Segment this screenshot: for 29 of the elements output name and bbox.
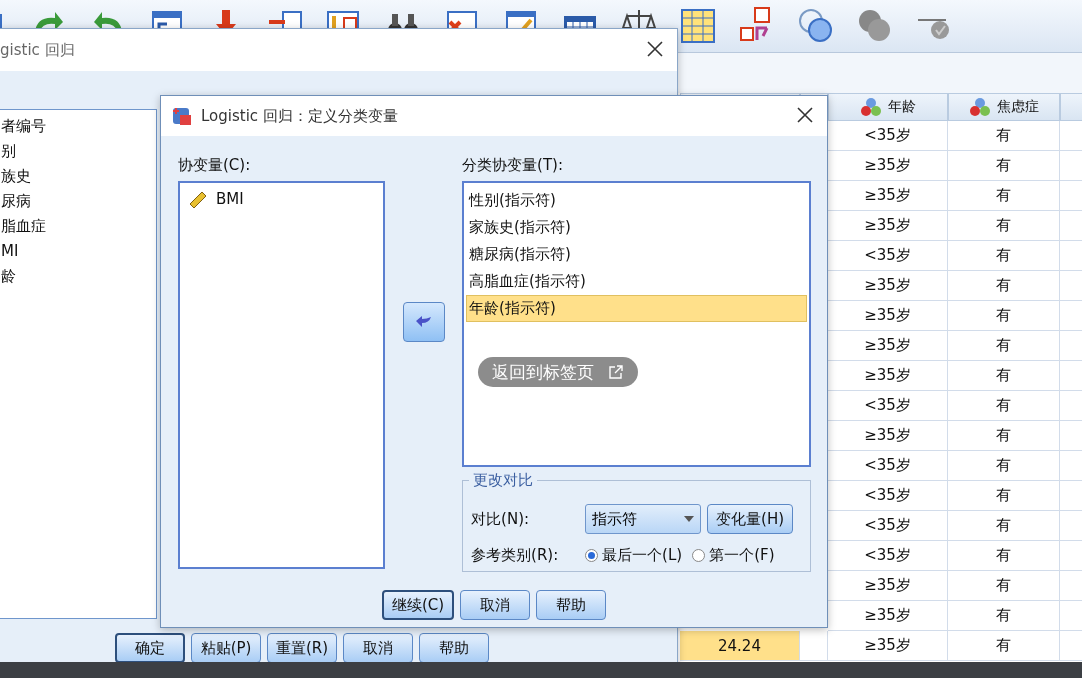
table-cell: 有 [948, 121, 1060, 151]
window-title: Logistic 回归：定义分类变量 [201, 106, 399, 126]
table-cell: 24.24 [680, 631, 800, 661]
field-label: 对比(N): [471, 509, 531, 529]
table-cell: 有 [948, 151, 1060, 181]
table-cell: 有 [948, 571, 1060, 601]
table-cell: 有 [948, 541, 1060, 571]
table-cell: 有 [948, 211, 1060, 241]
table-cell: 有 [948, 451, 1060, 481]
group-title: 更改对比 [469, 471, 538, 490]
list-label: 协变量(C): [178, 155, 252, 176]
table-cell: 有 [948, 181, 1060, 211]
table-cell: ≥35岁 [828, 631, 948, 661]
field-label: 参考类别(R): [471, 545, 560, 565]
table-cell: 有 [948, 421, 1060, 451]
table-cell: 有 [948, 241, 1060, 271]
table-cell: 有 [948, 481, 1060, 511]
list-label: 分类协变量(T): [462, 155, 564, 176]
window-title: gistic 回归 [0, 40, 76, 60]
table-cell: 有 [948, 331, 1060, 361]
column-title: 年龄 [888, 98, 916, 116]
table-cell: 有 [948, 391, 1060, 421]
table-cell: 有 [948, 301, 1060, 331]
table-cell: 有 [948, 511, 1060, 541]
table-cell: 有 [948, 271, 1060, 301]
table-cell: 有 [948, 601, 1060, 631]
table-cell: 有 [948, 631, 1060, 661]
column-title: 焦虑症 [997, 98, 1039, 116]
table-cell: 有 [948, 361, 1060, 391]
